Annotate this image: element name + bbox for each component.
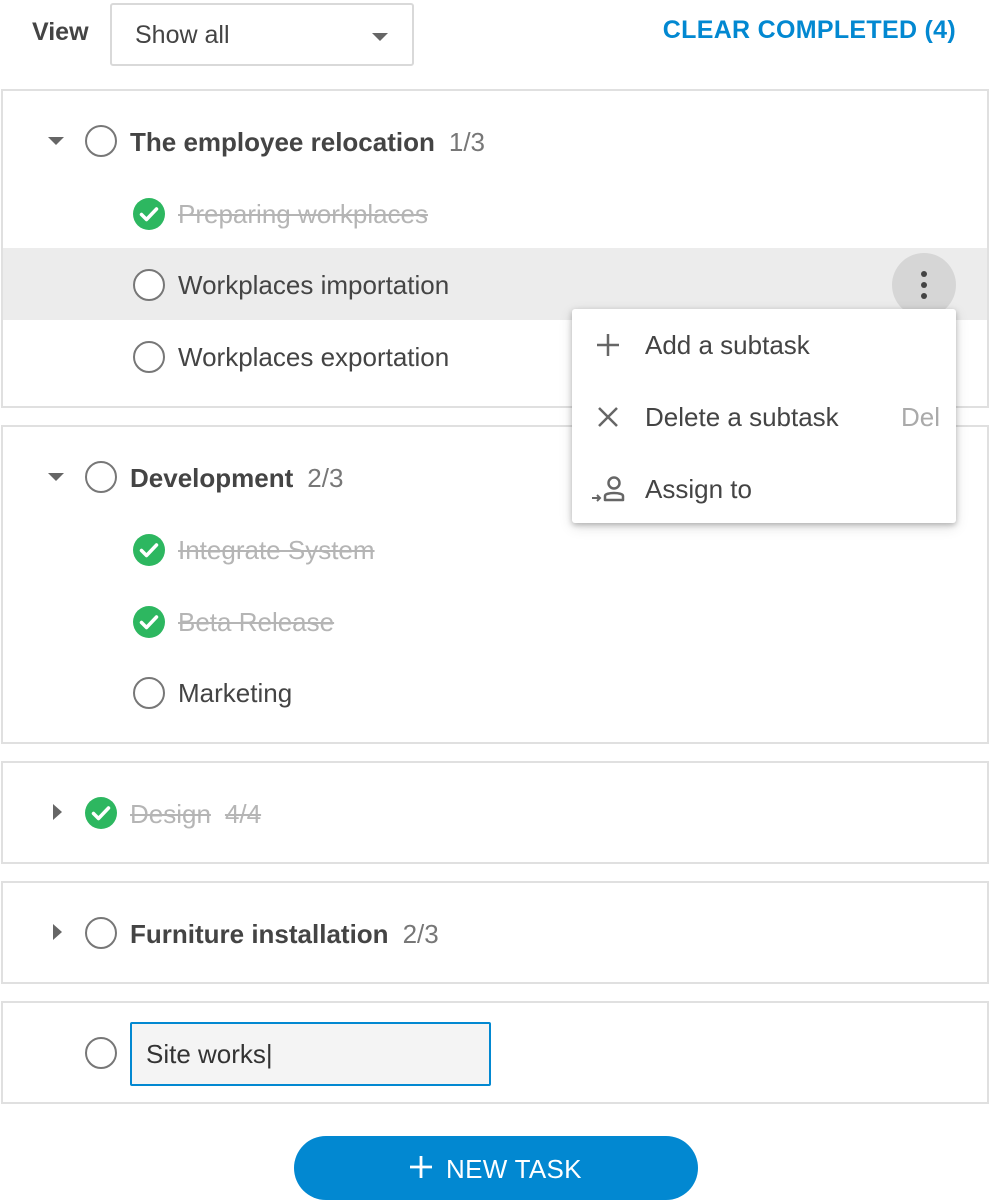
menu-item-shortcut: Del <box>900 402 940 432</box>
task-checkbox[interactable] <box>85 125 117 157</box>
completed-check-icon[interactable] <box>85 797 117 829</box>
subtask-label[interactable]: Integrate System <box>178 535 375 566</box>
task-title[interactable]: Furniture installation 2/3 <box>130 919 439 950</box>
menu-item-add-subtask[interactable]: Add a subtask <box>572 309 956 381</box>
view-select[interactable]: Show all <box>110 3 414 66</box>
completed-check-icon[interactable] <box>133 198 165 230</box>
task-card: Furniture installation 2/3 <box>1 881 989 984</box>
task-checkbox[interactable] <box>85 1037 117 1069</box>
subtask-checkbox[interactable] <box>133 269 165 301</box>
plus-icon <box>592 329 624 361</box>
collapse-caret-icon[interactable] <box>48 473 64 481</box>
new-task-button[interactable]: NEW TASK <box>294 1136 698 1200</box>
task-title-text: Furniture installation <box>130 919 389 949</box>
task-count: 1/3 <box>448 127 486 157</box>
subtask-label[interactable]: Workplaces importation <box>178 270 449 301</box>
subtask-label[interactable]: Preparing workplaces <box>178 199 428 230</box>
task-count: 2/3 <box>402 919 439 949</box>
completed-check-icon[interactable] <box>133 606 165 638</box>
task-checkbox[interactable] <box>85 917 117 949</box>
completed-check-icon[interactable] <box>133 534 165 566</box>
menu-item-label: Delete a subtask <box>645 402 839 432</box>
menu-item-label: Add a subtask <box>645 330 810 360</box>
task-title-text: Development <box>130 463 294 493</box>
subtask-label[interactable]: Workplaces exportation <box>178 342 449 373</box>
task-title-text: The employee relocation <box>130 127 435 157</box>
new-task-button-label: NEW TASK <box>446 1154 582 1184</box>
menu-item-label: Assign to <box>645 474 752 504</box>
task-checkbox[interactable] <box>85 461 117 493</box>
task-card: Design 4/4 <box>1 761 989 864</box>
new-task-input[interactable] <box>130 1022 491 1086</box>
subtask-checkbox[interactable] <box>133 341 165 373</box>
task-title[interactable]: Development 2/3 <box>130 463 343 494</box>
task-title[interactable]: The employee relocation 1/3 <box>130 127 485 158</box>
more-options-icon[interactable] <box>892 253 956 317</box>
expand-caret-icon[interactable] <box>53 924 62 940</box>
view-select-value: Show all <box>135 21 230 49</box>
subtask-label[interactable]: Marketing <box>178 678 292 709</box>
assign-user-icon <box>592 473 625 505</box>
menu-item-delete-subtask[interactable]: Delete a subtask Del <box>572 381 956 453</box>
menu-item-assign-to[interactable]: Assign to <box>572 453 956 525</box>
clear-completed-button[interactable]: CLEAR COMPLETED (4) <box>663 16 956 45</box>
subtask-label[interactable]: Beta Release <box>178 607 334 638</box>
plus-icon <box>408 1154 434 1180</box>
task-count: 4/4 <box>224 799 262 829</box>
new-task-card <box>1 1001 989 1104</box>
expand-caret-icon[interactable] <box>53 804 62 820</box>
collapse-caret-icon[interactable] <box>48 137 64 145</box>
close-icon <box>592 401 624 433</box>
task-title-text: Design <box>130 799 211 829</box>
task-count: 2/3 <box>307 463 344 493</box>
subtask-checkbox[interactable] <box>133 677 165 709</box>
context-menu: Add a subtask Delete a subtask Del Assig… <box>572 309 956 523</box>
task-title[interactable]: Design 4/4 <box>130 799 261 830</box>
view-label: View <box>32 18 89 46</box>
chevron-down-icon <box>372 33 388 41</box>
